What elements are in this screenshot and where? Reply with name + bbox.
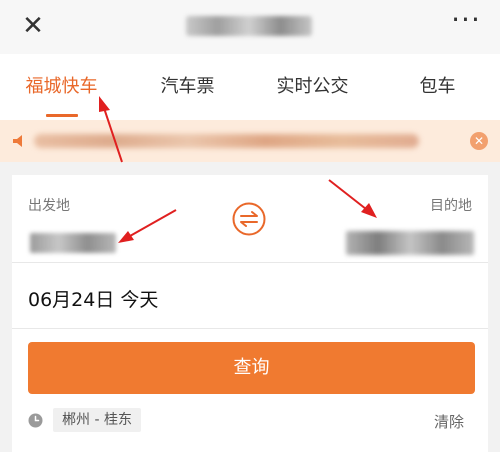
divider bbox=[12, 262, 488, 263]
close-icon[interactable]: ✕ bbox=[18, 11, 48, 41]
tab-charter[interactable]: 包车 bbox=[375, 54, 500, 120]
clock-icon bbox=[28, 413, 43, 428]
notice-text-blurred bbox=[34, 134, 419, 148]
divider bbox=[12, 328, 488, 329]
search-card: 出发地 目的地 06月24日 今天 查询 郴州 - 桂东 清除 bbox=[12, 175, 488, 452]
history-chip[interactable]: 郴州 - 桂东 bbox=[53, 408, 141, 432]
tab-fucheng-express[interactable]: 福城快车 bbox=[0, 54, 123, 120]
notice-banner[interactable]: ✕ bbox=[0, 120, 500, 162]
swap-icon[interactable] bbox=[232, 202, 266, 236]
clear-history-button[interactable]: 清除 bbox=[434, 411, 464, 432]
date-field[interactable]: 06月24日 今天 bbox=[28, 285, 158, 312]
tab-bus-ticket[interactable]: 汽车票 bbox=[125, 54, 250, 120]
destination-field[interactable] bbox=[346, 231, 474, 255]
tab-bar: 福城快车 汽车票 实时公交 包车 bbox=[0, 54, 500, 120]
speaker-icon bbox=[13, 135, 22, 147]
top-bar: ✕ ··· bbox=[0, 0, 500, 54]
tab-realtime-bus[interactable]: 实时公交 bbox=[250, 54, 375, 120]
notice-close-icon[interactable]: ✕ bbox=[470, 132, 488, 150]
active-tab-indicator bbox=[46, 114, 78, 117]
query-button[interactable]: 查询 bbox=[28, 342, 475, 394]
page-title-blurred bbox=[186, 16, 312, 36]
from-label: 出发地 bbox=[28, 198, 70, 214]
more-icon[interactable]: ··· bbox=[450, 6, 482, 40]
to-label: 目的地 bbox=[430, 198, 472, 214]
departure-field[interactable] bbox=[30, 233, 116, 253]
